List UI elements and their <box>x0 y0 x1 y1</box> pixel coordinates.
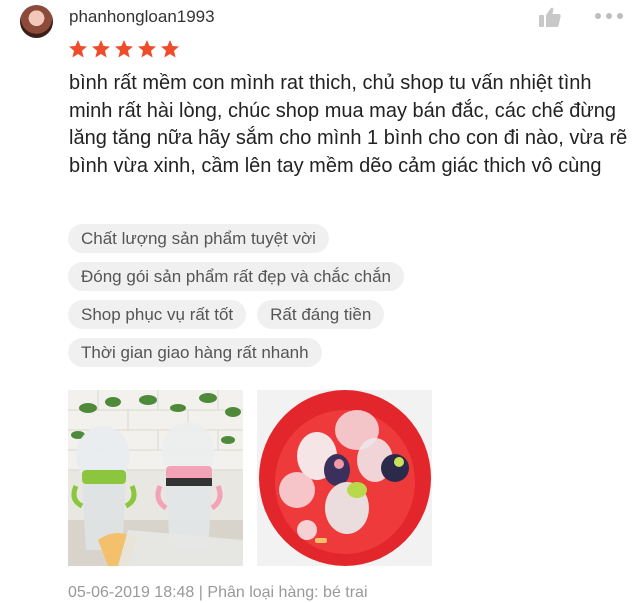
review-meta: 05-06-2019 18:48 | Phân loại hàng: bé tr… <box>68 584 368 602</box>
tag-packaging: Đóng gói sản phẩm rất đẹp và chắc chắn <box>68 262 404 291</box>
review-photo-basin[interactable] <box>257 390 432 566</box>
review-tags: Chất lượng sản phẩm tuyệt vời Đóng gói s… <box>68 224 628 376</box>
like-icon[interactable] <box>538 6 562 28</box>
tag-delivery: Thời gian giao hàng rất nhanh <box>68 338 322 367</box>
review-photo-bottles[interactable] <box>68 390 243 566</box>
tag-service: Shop phục vụ rất tốt <box>68 300 247 329</box>
star-icon <box>161 40 179 58</box>
star-icon <box>115 40 133 58</box>
review-variation: Phân loại hàng: bé trai <box>207 584 368 601</box>
tag-value: Rất đáng tiền <box>257 300 385 329</box>
tag-quality: Chất lượng sản phẩm tuyệt vời <box>68 224 329 253</box>
star-icon <box>138 40 156 58</box>
rating-stars <box>68 39 180 59</box>
star-icon <box>69 40 87 58</box>
review-date: 05-06-2019 18:48 <box>68 584 195 601</box>
username[interactable]: phanhongloan1993 <box>69 7 215 27</box>
star-icon <box>92 40 110 58</box>
review-text: bình rất mềm con mình rat thich, chủ sho… <box>69 72 628 177</box>
avatar[interactable] <box>20 5 53 38</box>
more-icon[interactable] <box>594 12 624 20</box>
